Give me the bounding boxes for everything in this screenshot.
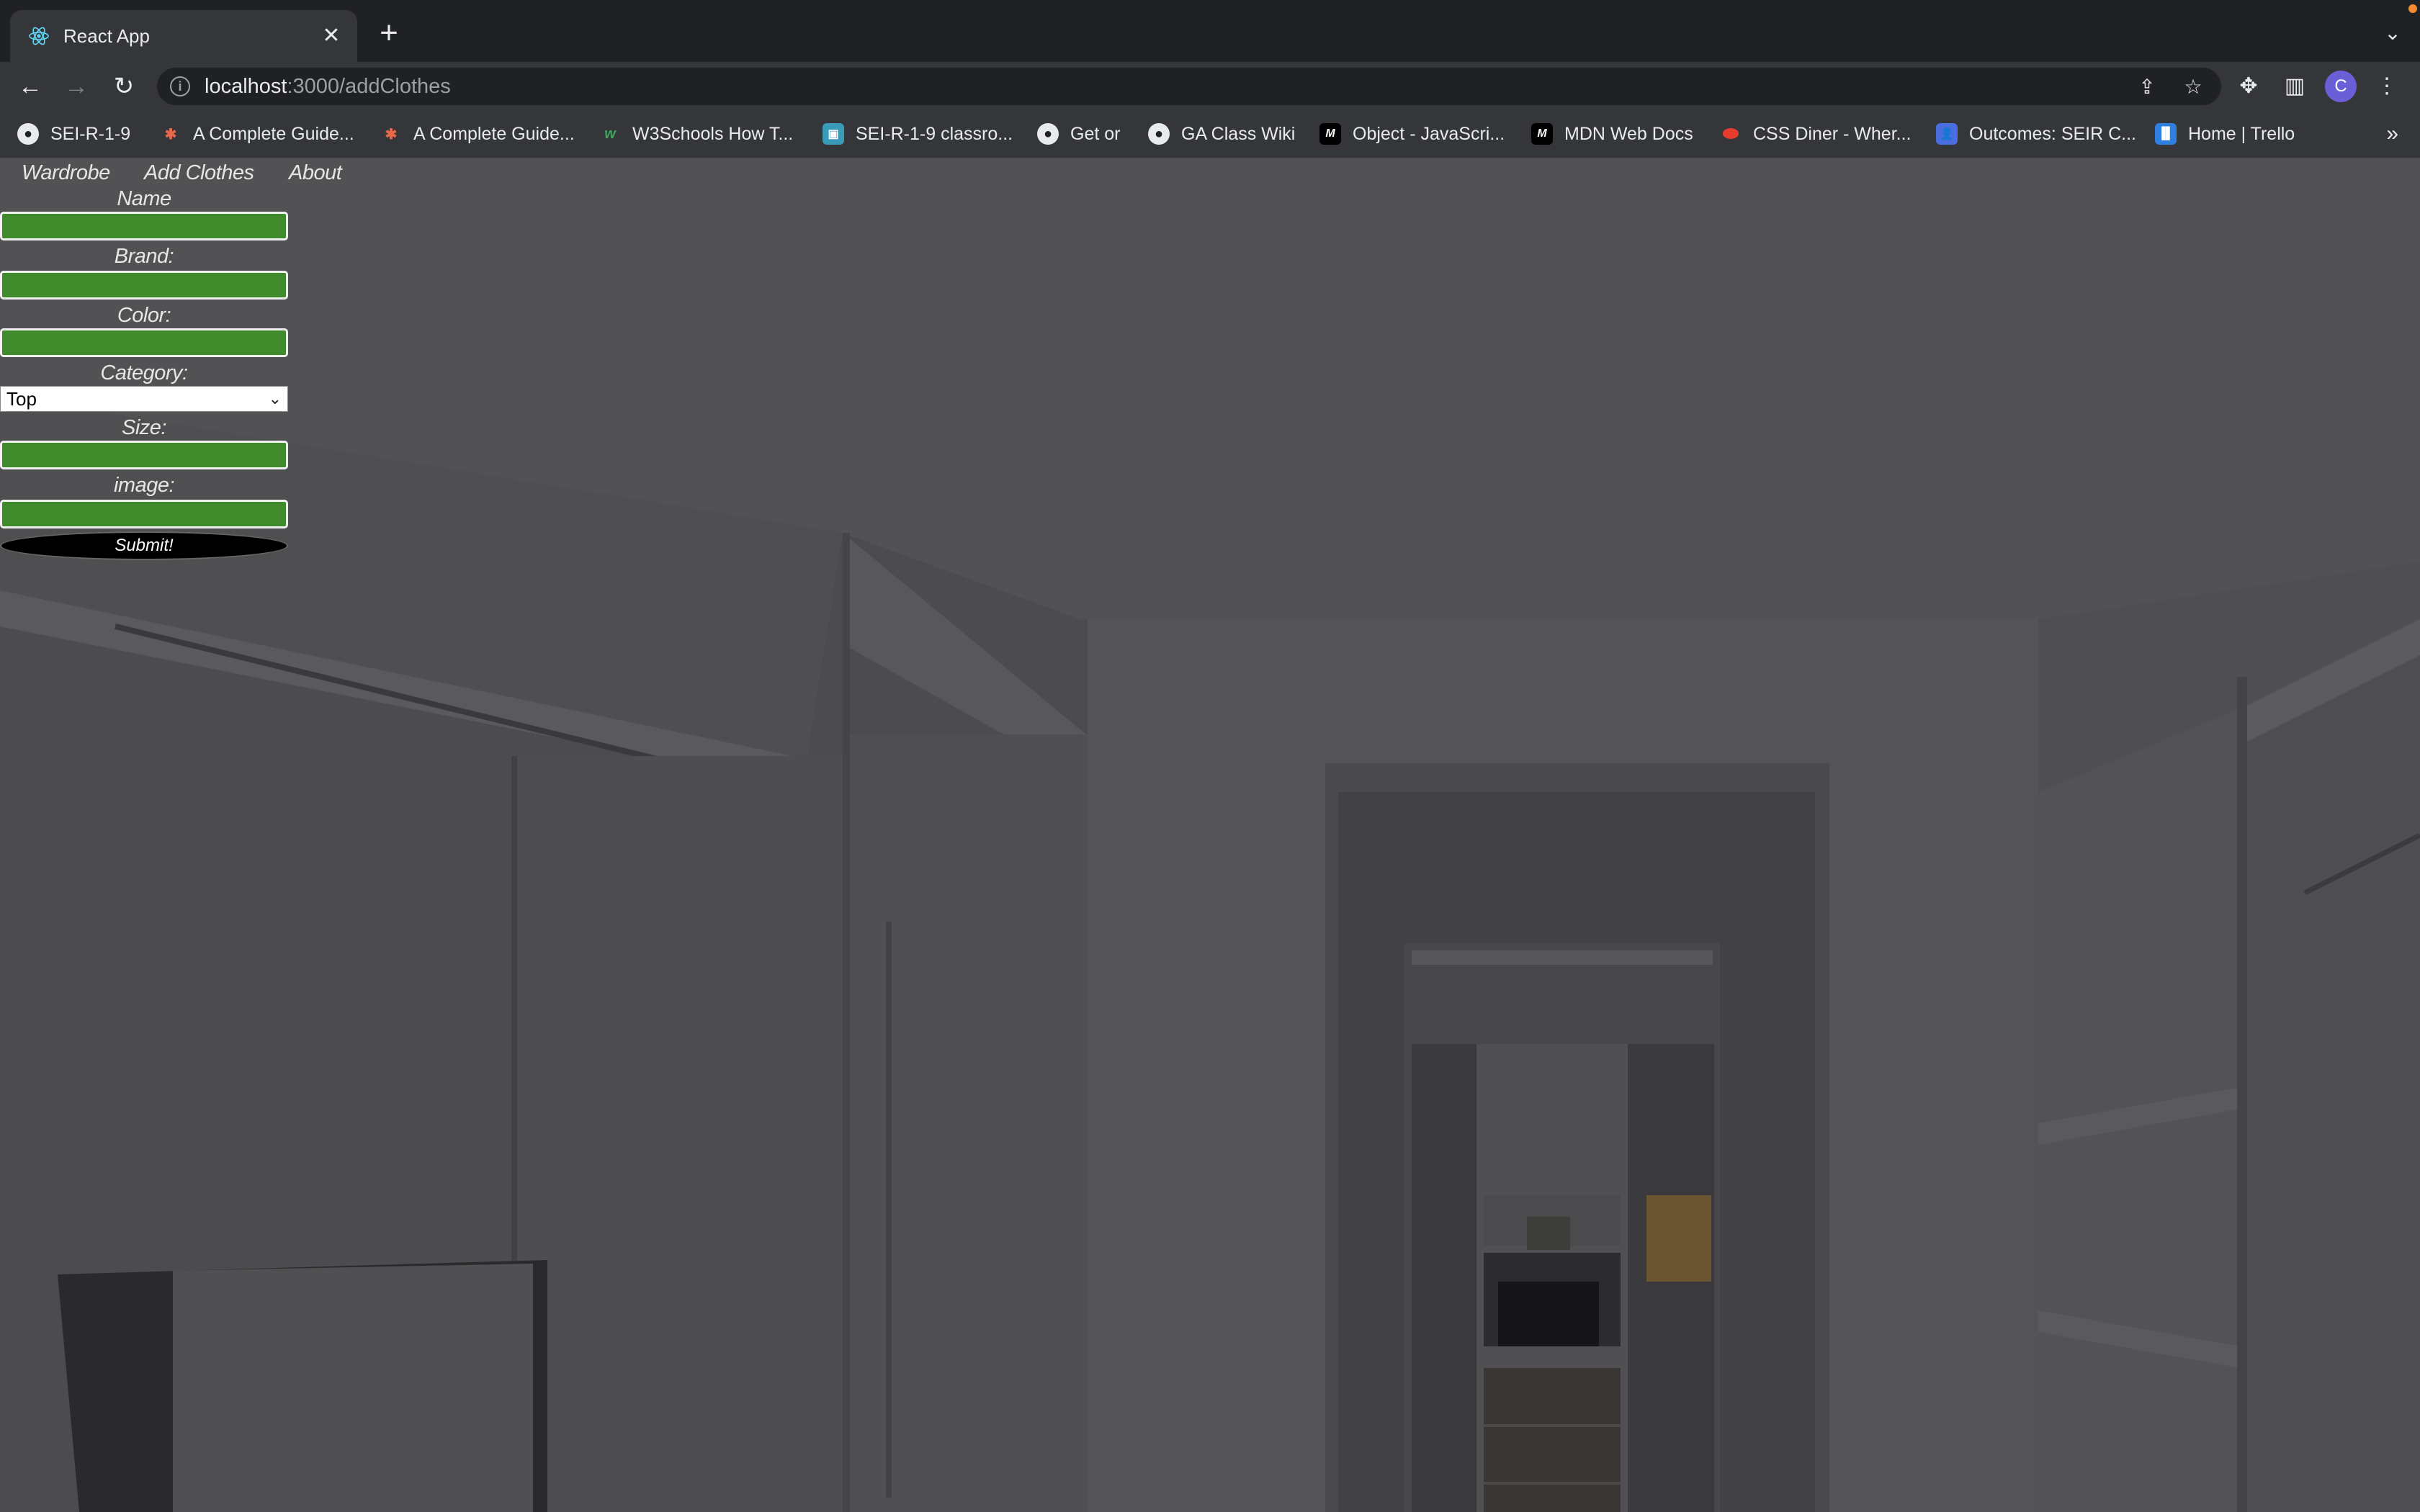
person-icon: 👤 — [1936, 123, 1958, 145]
side-panel-icon[interactable]: ▥ — [2279, 71, 2311, 102]
bookmarks-bar: ● SEI-R-1-9 ✱ A Complete Guide... ✱ A Co… — [0, 111, 2420, 158]
brand-label: Brand: — [114, 245, 174, 268]
bookmark-item[interactable]: M Object - JavaScri... — [1319, 121, 1505, 147]
size-label: Size: — [122, 416, 166, 439]
asterisk-icon: ✱ — [385, 126, 398, 143]
chevron-double-right-icon[interactable]: » — [2386, 121, 2398, 147]
w3schools-icon: w — [604, 125, 616, 142]
asterisk-icon: ✱ — [164, 126, 177, 143]
mdn-icon: M — [1319, 123, 1341, 145]
color-input[interactable] — [0, 328, 288, 357]
menu-icon[interactable]: ⋮ — [2371, 71, 2403, 102]
nav-link-add-clothes[interactable]: Add Clothes — [144, 158, 254, 187]
closet-background-image — [0, 158, 2420, 1512]
image-label: image: — [113, 474, 175, 497]
github-icon: ● — [1037, 123, 1059, 145]
name-input[interactable] — [0, 212, 288, 240]
bookmark-item[interactable]: ● GA Class Wiki — [1148, 121, 1295, 147]
new-tab-button[interactable]: + — [375, 17, 403, 49]
submit-button[interactable]: Submit! — [0, 531, 288, 560]
mdn-icon: M — [1531, 123, 1553, 145]
size-input[interactable] — [0, 441, 288, 469]
close-icon[interactable]: ✕ — [318, 23, 344, 49]
nav-link-wardrobe[interactable]: Wardrobe — [22, 158, 110, 187]
chevron-down-icon[interactable]: ⌄ — [2378, 19, 2407, 48]
classroom-icon: ▣ — [823, 123, 844, 145]
github-icon: ● — [1148, 123, 1170, 145]
browser-tab[interactable]: React App ✕ — [10, 10, 357, 62]
bookmark-item[interactable]: ● Get or — [1037, 121, 1120, 147]
tab-title: React App — [63, 25, 150, 47]
reload-button[interactable]: ↻ — [108, 71, 140, 102]
trello-icon: ▐▌ — [2155, 123, 2177, 145]
category-selected-value: Top — [6, 388, 37, 410]
brand-input[interactable] — [0, 271, 288, 300]
bookmark-item[interactable]: ⬬ CSS Diner - Wher... — [1720, 121, 1912, 147]
bookmark-item[interactable]: ▐▌ Home | Trello — [2155, 121, 2295, 147]
github-icon: ● — [17, 123, 39, 145]
bookmark-item[interactable]: ▣ SEI-R-1-9 classro... — [823, 121, 1013, 147]
url-text[interactable]: localhost:3000/addClothes — [205, 73, 451, 99]
info-icon[interactable]: i — [170, 76, 190, 96]
page-content: Wardrobe Add Clothes About Name Brand: C… — [0, 158, 2420, 1512]
color-label: Color: — [117, 304, 171, 327]
bookmark-item[interactable]: w W3Schools How T... — [599, 121, 793, 147]
bookmark-item[interactable]: ✱ A Complete Guide... — [380, 121, 575, 147]
forward-button[interactable]: → — [60, 71, 92, 102]
bookmark-item[interactable]: ✱ A Complete Guide... — [160, 121, 354, 147]
tab-strip: React App ✕ + ⌄ — [0, 0, 2420, 62]
avatar[interactable]: C — [2325, 71, 2357, 102]
bookmark-item[interactable]: ● SEI-R-1-9 — [17, 121, 130, 147]
notification-dot — [2408, 4, 2417, 13]
share-icon[interactable]: ⇪ — [2135, 75, 2159, 99]
chevron-down-icon: ⌄ — [268, 390, 282, 408]
css-diner-icon: ⬬ — [1722, 122, 1739, 144]
bookmark-item[interactable]: M MDN Web Docs — [1531, 121, 1693, 147]
image-input[interactable] — [0, 500, 288, 528]
category-select[interactable]: Top ⌄ — [0, 386, 288, 412]
name-label: Name — [117, 187, 171, 210]
back-button[interactable]: ← — [14, 71, 46, 102]
extensions-icon[interactable]: ✥ — [2233, 71, 2264, 102]
browser-toolbar: ← → ↻ i localhost:3000/addClothes ⇪ ☆ ✥ … — [0, 62, 2420, 111]
address-bar[interactable]: i localhost:3000/addClothes ⇪ ☆ — [157, 68, 2221, 105]
star-icon[interactable]: ☆ — [2181, 75, 2205, 99]
category-label: Category: — [100, 361, 188, 384]
nav-link-about[interactable]: About — [289, 158, 342, 187]
bookmark-item[interactable]: 👤 Outcomes: SEIR C... — [1936, 121, 2136, 147]
react-icon — [29, 27, 49, 45]
